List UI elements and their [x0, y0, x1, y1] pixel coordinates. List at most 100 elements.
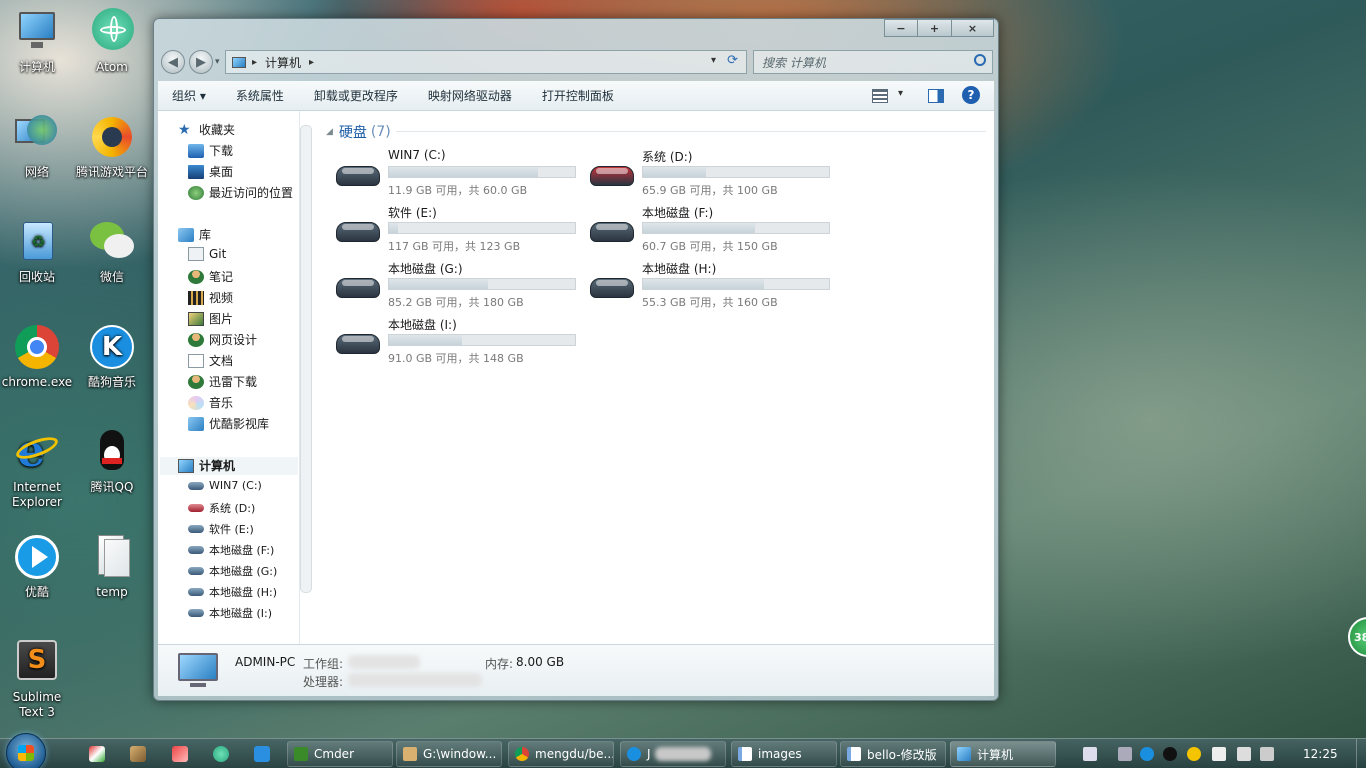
navigation-scrollbar[interactable]	[300, 125, 312, 593]
drive-tile[interactable]: 本地磁盘 (F:) 60.7 GB 可用，共 150 GB	[588, 204, 838, 256]
address-separator-icon[interactable]: ▸	[252, 57, 257, 68]
quick-launch-folder-icon[interactable]	[130, 746, 146, 762]
task-images[interactable]: images	[731, 741, 837, 767]
forward-button[interactable]: ▶	[189, 50, 213, 74]
tray-app-icon[interactable]	[1118, 747, 1132, 761]
view-dropdown-icon[interactable]: ▾	[898, 88, 903, 99]
group-title: 硬盘	[338, 125, 367, 141]
nav-drive-h[interactable]: 本地磁盘 (H:)	[188, 584, 277, 600]
nav-libraries[interactable]: 库	[178, 226, 211, 243]
drive-tile[interactable]: 本地磁盘 (H:) 55.3 GB 可用，共 160 GB	[588, 260, 838, 312]
address-dropdown-icon[interactable]: ▾	[711, 55, 716, 66]
downloads-icon	[188, 143, 204, 158]
maximize-button[interactable]: +	[918, 19, 952, 37]
quick-launch-app-icon[interactable]	[89, 746, 105, 762]
desktop-icon-ie[interactable]: e Internet Explorer	[0, 428, 74, 510]
task-cmder[interactable]: Cmder	[287, 741, 393, 767]
view-options-icon[interactable]	[872, 89, 888, 103]
drive-tile[interactable]: WIN7 (C:) 11.9 GB 可用，共 60.0 GB	[334, 148, 584, 200]
address-separator-icon[interactable]: ▸	[309, 57, 314, 68]
map-network-drive-button[interactable]: 映射网络驱动器	[428, 87, 512, 104]
search-placeholder: 搜索 计算机	[762, 55, 826, 70]
search-icon[interactable]	[974, 54, 986, 66]
kugou-tray-icon[interactable]	[1140, 747, 1154, 761]
nav-favorites[interactable]: ★ 收藏夹	[178, 121, 235, 138]
open-control-panel-button[interactable]: 打开控制面板	[542, 87, 614, 104]
system-properties-button[interactable]: 系统属性	[236, 87, 284, 104]
nav-lib-pictures[interactable]: 图片	[188, 310, 233, 327]
help-icon[interactable]: ?	[962, 86, 980, 104]
group-header-hard-disks[interactable]: ◢ 硬盘 (7)	[326, 122, 391, 142]
clock[interactable]: 12:25	[1303, 747, 1338, 761]
drive-tile[interactable]: 本地磁盘 (G:) 85.2 GB 可用，共 180 GB	[334, 260, 584, 312]
nav-drive-d[interactable]: 系统 (D:)	[188, 500, 255, 516]
nav-drive-f[interactable]: 本地磁盘 (F:)	[188, 542, 274, 558]
back-button[interactable]: ◀	[161, 50, 185, 74]
desktop-icon-computer[interactable]: 计算机	[0, 8, 74, 75]
qq-tray-icon[interactable]	[1163, 747, 1177, 761]
nav-fav-desktop[interactable]: 桌面	[188, 163, 233, 180]
search-input[interactable]: 搜索 计算机	[753, 50, 993, 74]
tray-game-icon[interactable]	[1187, 747, 1201, 761]
nav-lib-thunder[interactable]: 迅雷下载	[188, 373, 257, 390]
quick-launch-wechat-icon[interactable]	[254, 746, 270, 762]
nav-lib-videos[interactable]: 视频	[188, 289, 233, 306]
nav-lib-music[interactable]: 音乐	[188, 394, 233, 411]
desktop-icon-kugou[interactable]: K 酷狗音乐	[75, 323, 149, 390]
organize-menu[interactable]: 组织 ▾	[172, 87, 206, 104]
nav-fav-recent[interactable]: 最近访问的位置	[188, 184, 293, 201]
folder-icon	[403, 747, 417, 761]
desktop-icon-recycle-bin[interactable]: ♻ 回收站	[0, 218, 74, 285]
collapse-triangle-icon[interactable]: ◢	[326, 127, 333, 137]
desktop-icon-network[interactable]: 网络	[0, 113, 74, 180]
nav-item-label: 图片	[209, 312, 234, 326]
nav-drive-c[interactable]: WIN7 (C:)	[188, 479, 262, 492]
desktop-icon-tencent-games[interactable]: 腾讯游戏平台	[75, 113, 149, 180]
drive-tile[interactable]: 系统 (D:) 65.9 GB 可用，共 100 GB	[588, 148, 838, 200]
desktop-icon-qq[interactable]: 腾讯QQ	[75, 428, 149, 495]
desktop-icon-atom[interactable]: Atom	[75, 8, 149, 75]
breadcrumb-computer[interactable]: 计算机	[265, 54, 301, 71]
keyboard-icon[interactable]	[1083, 747, 1097, 761]
nav-drive-i[interactable]: 本地磁盘 (I:)	[188, 605, 272, 621]
drive-tile[interactable]: 本地磁盘 (I:) 91.0 GB 可用，共 148 GB	[334, 316, 584, 368]
show-desktop-button[interactable]	[1356, 739, 1366, 768]
nav-lib-notes[interactable]: 笔记	[188, 268, 233, 285]
uninstall-program-button[interactable]: 卸载或更改程序	[314, 87, 398, 104]
nav-drive-g[interactable]: 本地磁盘 (G:)	[188, 563, 277, 579]
nav-drive-e[interactable]: 软件 (E:)	[188, 521, 254, 537]
network-tray-icon[interactable]	[1237, 747, 1251, 761]
nav-lib-documents[interactable]: 文档	[188, 352, 233, 369]
refresh-icon[interactable]: ⟳	[727, 53, 738, 68]
drive-tile[interactable]: 软件 (E:) 117 GB 可用，共 123 GB	[334, 204, 584, 256]
desktop-icon-sublime[interactable]: S Sublime Text 3	[0, 638, 74, 720]
task-bello[interactable]: bello-修改版	[840, 741, 946, 767]
desktop-badge[interactable]: 38	[1348, 617, 1366, 657]
nav-computer[interactable]: 计算机	[178, 457, 235, 474]
task-kugou[interactable]: J	[620, 741, 726, 767]
preview-pane-icon[interactable]	[928, 89, 944, 103]
nav-lib-youku[interactable]: 优酷影视库	[188, 415, 269, 432]
desktop-icon-label: 计算机	[18, 60, 55, 74]
volume-icon[interactable]	[1260, 747, 1274, 761]
nav-fav-downloads[interactable]: 下载	[188, 142, 233, 159]
task-chrome[interactable]: mengdu/be...	[508, 741, 614, 767]
quick-launch-atom-icon[interactable]	[213, 746, 229, 762]
nav-lib-webdesign[interactable]: 网页设计	[188, 331, 257, 348]
address-bar[interactable]: ▸ 计算机 ▸ ▾ ⟳	[225, 50, 747, 74]
task-explorer-g[interactable]: G:\window...	[396, 741, 502, 767]
nav-lib-git[interactable]: Git	[188, 247, 226, 261]
desktop-icon-chrome[interactable]: chrome.exe	[0, 323, 74, 390]
hard-drive-icon	[588, 218, 636, 246]
desktop-icon-temp[interactable]: temp	[75, 533, 149, 600]
desktop-icon-wechat[interactable]: 微信	[75, 218, 149, 285]
task-computer[interactable]: 计算机	[950, 741, 1056, 767]
close-button[interactable]: ×	[952, 19, 994, 37]
minimize-button[interactable]: −	[884, 19, 918, 37]
recent-pages-chevron-icon[interactable]: ▾	[215, 57, 220, 67]
tray-device-icon[interactable]	[1212, 747, 1226, 761]
quick-launch-tool-icon[interactable]	[172, 746, 188, 762]
start-button[interactable]	[6, 733, 46, 768]
chrome-icon	[515, 747, 529, 761]
desktop-icon-youku[interactable]: 优酷	[0, 533, 74, 600]
